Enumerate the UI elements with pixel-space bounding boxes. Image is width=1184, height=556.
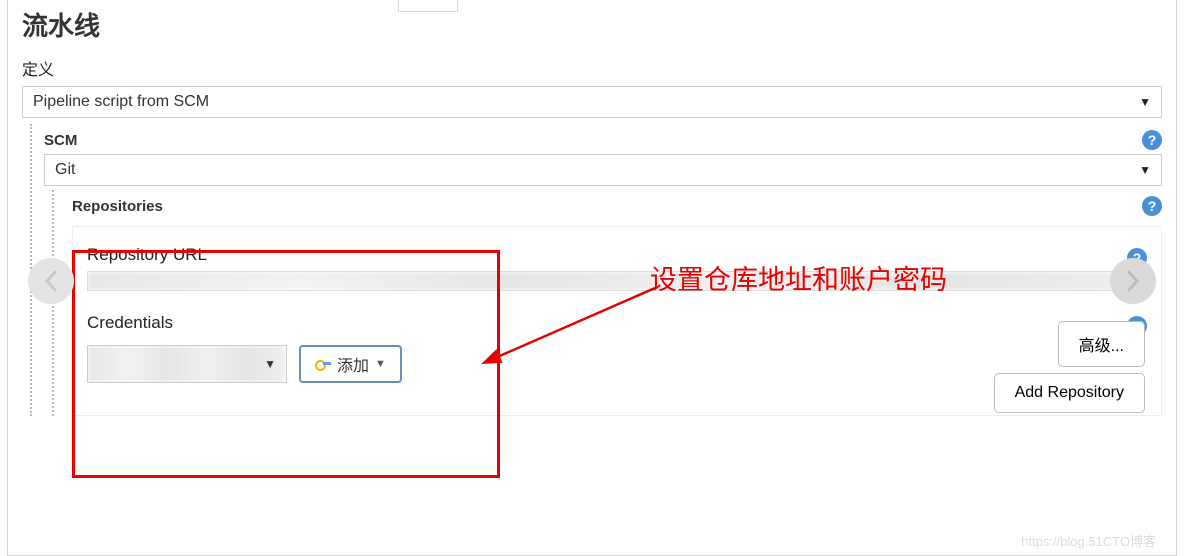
caret-down-icon: ▼ <box>1139 163 1151 177</box>
definition-label: 定义 <box>22 56 54 80</box>
tab-remnant <box>398 0 458 12</box>
definition-value: Pipeline script from SCM <box>33 93 209 111</box>
caret-down-icon: ▼ <box>1139 95 1151 109</box>
caret-down-icon: ▼ <box>375 358 386 370</box>
definition-select[interactable]: Pipeline script from SCM ▼ <box>22 86 1162 118</box>
scm-select[interactable]: Git ▼ <box>44 154 1162 186</box>
add-credentials-button[interactable]: 添加 ▼ <box>299 345 402 383</box>
repo-url-input[interactable] <box>87 271 1147 291</box>
add-repository-button[interactable]: Add Repository <box>994 373 1145 413</box>
repositories-label: Repositories <box>72 198 163 215</box>
key-icon <box>315 359 331 369</box>
caret-down-icon: ▼ <box>264 357 276 371</box>
advanced-button[interactable]: 高级... <box>1058 321 1145 367</box>
help-icon[interactable]: ? <box>1142 196 1162 216</box>
credentials-label: Credentials <box>87 313 173 339</box>
section-title: 流水线 <box>8 0 1176 48</box>
repo-url-label: Repository URL <box>87 245 207 271</box>
help-icon[interactable]: ? <box>1142 130 1162 150</box>
carousel-next-button[interactable] <box>1110 258 1156 304</box>
carousel-prev-button[interactable] <box>28 258 74 304</box>
add-label: 添加 <box>337 352 369 376</box>
scm-value: Git <box>55 161 75 179</box>
credentials-select[interactable]: ▼ <box>87 345 287 383</box>
scm-label: SCM <box>44 132 77 149</box>
repository-block: Repository URL ? Credentials ? <box>72 226 1162 416</box>
